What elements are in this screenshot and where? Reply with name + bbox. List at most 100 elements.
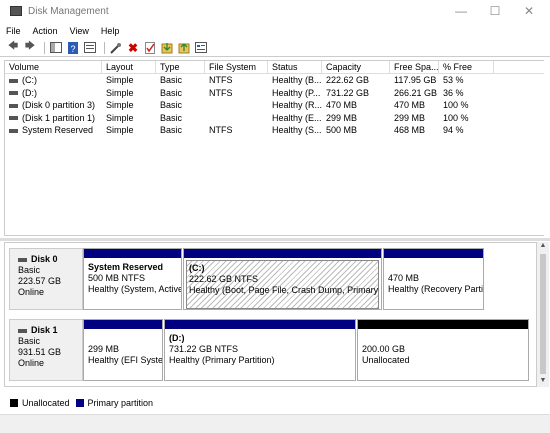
- cell-status: Healthy (E...: [272, 112, 322, 123]
- partition-c[interactable]: (C:) 222.62 GB NTFS Healthy (Boot, Page …: [183, 248, 382, 310]
- view-icon[interactable]: [194, 42, 208, 54]
- close-button[interactable]: ✕: [514, 0, 544, 22]
- cell-volume: System Reserved: [22, 125, 94, 135]
- cell-capacity: 500 MB: [326, 125, 358, 135]
- disk-icon: [18, 328, 27, 333]
- scroll-up-arrow-icon[interactable]: ▲: [537, 242, 549, 252]
- show-hide-tree-icon[interactable]: [49, 42, 63, 54]
- column-header-free-space[interactable]: Free Spa...: [390, 61, 439, 73]
- disk-1-label[interactable]: Disk 1 Basic 931.51 GB Online: [9, 319, 83, 381]
- partition-detail: 222.62 GB NTFS: [189, 274, 259, 284]
- minimize-button[interactable]: —: [446, 0, 476, 22]
- scrollbar-thumb[interactable]: [540, 254, 546, 374]
- cell-type: Basic: [160, 125, 183, 135]
- check-icon[interactable]: [143, 41, 157, 54]
- cell-layout: Simple: [106, 100, 134, 110]
- partition-name: System Reserved: [88, 262, 164, 272]
- back-arrow-icon[interactable]: 🡄: [6, 41, 20, 54]
- partition-detail: 200.00 GB: [362, 344, 406, 354]
- help-book-icon[interactable]: ?: [66, 41, 80, 54]
- cell-file-system: NTFS: [209, 75, 233, 85]
- volume-list-header: Volume Layout Type File System Status Ca…: [5, 61, 544, 74]
- partition-bar: [84, 249, 181, 258]
- properties-icon[interactable]: [83, 42, 97, 54]
- forward-arrow-icon[interactable]: 🡆: [23, 41, 37, 54]
- connect-icon[interactable]: [109, 42, 123, 54]
- cell-percent-free: 100 %: [443, 100, 469, 110]
- cell-capacity: 299 MB: [326, 112, 358, 123]
- disk-map: Disk 0 Basic 223.57 GB Online System Res…: [4, 242, 537, 387]
- menu-action[interactable]: Action: [27, 26, 64, 36]
- table-row[interactable]: (D:) Simple Basic NTFS Healthy (P... 731…: [5, 87, 544, 100]
- cell-percent-free: 94 %: [443, 125, 464, 135]
- column-header-status[interactable]: Status: [268, 61, 322, 73]
- column-header-percent-free[interactable]: % Free: [439, 61, 494, 73]
- disk-type: Basic: [18, 265, 41, 275]
- table-row[interactable]: (C:) Simple Basic NTFS Healthy (B... 222…: [5, 74, 544, 87]
- pane-splitter[interactable]: [0, 238, 550, 241]
- volume-icon: [9, 91, 18, 96]
- disk-management-icon: [10, 6, 22, 16]
- disk-name: Disk 1: [31, 325, 58, 335]
- column-header-file-system[interactable]: File System: [205, 61, 268, 73]
- disk-0-label[interactable]: Disk 0 Basic 223.57 GB Online: [9, 248, 83, 310]
- column-header-capacity[interactable]: Capacity: [322, 61, 390, 73]
- cell-type: Basic: [160, 87, 183, 98]
- selected-partition-area: (C:) 222.62 GB NTFS Healthy (Boot, Page …: [186, 260, 379, 309]
- delete-icon[interactable]: ✖: [126, 41, 140, 55]
- cell-volume: (Disk 1 partition 1): [22, 112, 96, 123]
- menu-view[interactable]: View: [64, 26, 95, 36]
- partition-status: Healthy (System, Active: [88, 284, 181, 294]
- cell-free-space: 266.21 GB: [394, 87, 438, 98]
- partition-status: Healthy (Primary Partition): [169, 355, 275, 365]
- table-row[interactable]: System Reserved Simple Basic NTFS Health…: [5, 124, 544, 137]
- status-bar: [0, 414, 550, 433]
- partition-name: (C:): [189, 263, 205, 273]
- cell-layout: Simple: [106, 75, 134, 85]
- import-icon[interactable]: [160, 42, 174, 54]
- cell-capacity: 470 MB: [326, 100, 358, 110]
- cell-layout: Simple: [106, 125, 134, 135]
- legend-primary: Primary partition: [87, 398, 154, 408]
- disk-map-scrollbar[interactable]: ▲ ▼: [537, 242, 549, 387]
- partition-name: ​: [88, 333, 158, 344]
- column-header-volume[interactable]: Volume: [5, 61, 102, 73]
- partition-efi[interactable]: ​ 299 MB Healthy (EFI Syster: [83, 319, 163, 381]
- cell-percent-free: 36 %: [443, 87, 464, 98]
- export-icon[interactable]: [177, 42, 191, 54]
- partition-d[interactable]: (D:) 731.22 GB NTFS Healthy (Primary Par…: [164, 319, 356, 381]
- primary-partition-swatch: [75, 399, 84, 407]
- cell-status: Healthy (P...: [272, 87, 321, 98]
- disk-size: 223.57 GB: [18, 276, 62, 286]
- cell-type: Basic: [160, 112, 183, 123]
- partition-status: Healthy (EFI Syster: [88, 355, 162, 365]
- cell-type: Basic: [160, 100, 183, 110]
- menu-file[interactable]: File: [0, 26, 27, 36]
- cell-free-space: 117.95 GB: [394, 75, 437, 85]
- cell-free-space: 299 MB: [394, 112, 426, 123]
- cell-percent-free: 100 %: [443, 112, 469, 123]
- legend: Unallocated Primary partition: [4, 396, 544, 410]
- column-header-type[interactable]: Type: [156, 61, 205, 73]
- toolbar-separator: [44, 41, 45, 54]
- menu-help[interactable]: Help: [95, 26, 126, 36]
- partition-bar: [84, 320, 162, 329]
- window-title: Disk Management: [28, 5, 109, 17]
- cell-status: Healthy (B...: [272, 75, 322, 85]
- cell-free-space: 468 MB: [394, 125, 426, 135]
- menu-bar: File Action View Help: [0, 23, 550, 39]
- cell-type: Basic: [160, 75, 183, 85]
- table-row[interactable]: (Disk 1 partition 1) Simple Basic Health…: [5, 112, 544, 125]
- disk-icon: [18, 257, 27, 262]
- column-header-layout[interactable]: Layout: [102, 61, 156, 73]
- disk-status: Online: [18, 358, 45, 368]
- maximize-button[interactable]: ☐: [480, 0, 510, 22]
- scroll-down-arrow-icon[interactable]: ▼: [537, 377, 549, 387]
- partition-recovery[interactable]: ​ 470 MB Healthy (Recovery Partit: [383, 248, 484, 310]
- partition-unallocated[interactable]: ​ 200.00 GB Unallocated: [357, 319, 529, 381]
- partition-detail: 470 MB: [388, 273, 420, 283]
- partition-name: (D:): [169, 333, 185, 343]
- partition-system-reserved[interactable]: System Reserved 500 MB NTFS Healthy (Sys…: [83, 248, 182, 310]
- table-row[interactable]: (Disk 0 partition 3) Simple Basic Health…: [5, 99, 544, 112]
- partition-status: Healthy (Recovery Partit: [388, 284, 483, 294]
